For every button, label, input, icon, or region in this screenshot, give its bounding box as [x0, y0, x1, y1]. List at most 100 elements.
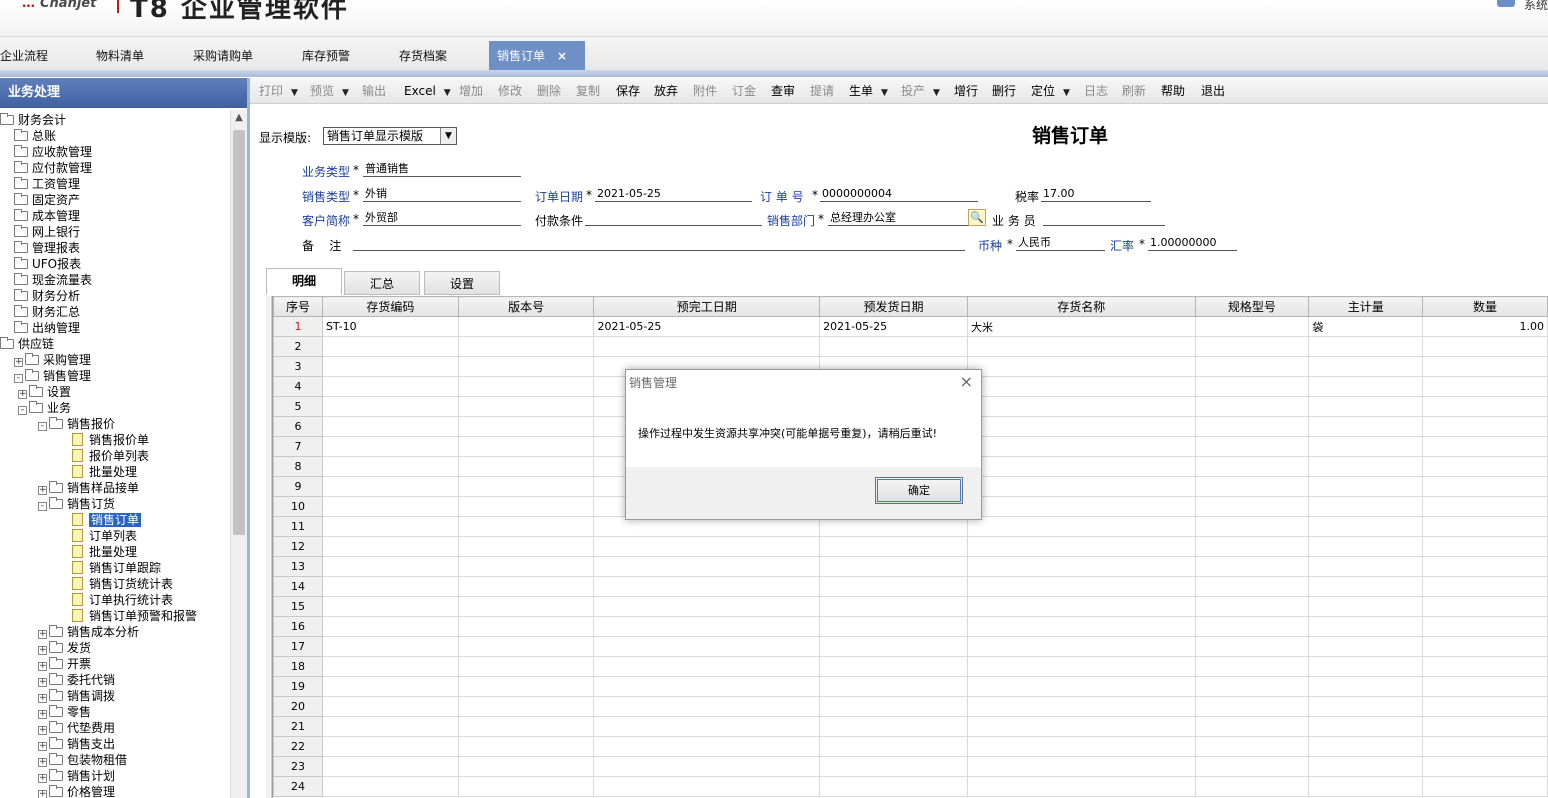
- table-cell[interactable]: [1422, 656, 1548, 677]
- template-select[interactable]: 销售订单显示模版 ▼: [323, 127, 457, 145]
- column-header[interactable]: 预完工日期: [593, 296, 821, 317]
- table-cell[interactable]: [1194, 556, 1310, 577]
- table-cell[interactable]: [819, 716, 968, 737]
- table-row[interactable]: 14: [273, 576, 1548, 597]
- toolbar-button[interactable]: 定位 ▼: [1031, 78, 1070, 104]
- chevron-down-icon[interactable]: ▼: [933, 88, 940, 98]
- tree-folder-item[interactable]: - 销售报价: [38, 416, 115, 432]
- table-cell[interactable]: [1422, 396, 1548, 417]
- table-cell[interactable]: [966, 396, 1196, 417]
- close-icon[interactable]: ×: [557, 49, 567, 63]
- table-cell[interactable]: [321, 636, 459, 657]
- table-cell[interactable]: [1194, 736, 1310, 757]
- toolbar-button[interactable]: 打印 ▼: [259, 78, 298, 104]
- table-row[interactable]: 20: [273, 696, 1548, 717]
- table-cell[interactable]: 2021-05-25: [593, 316, 821, 337]
- tree-folder-item[interactable]: + 零售: [38, 704, 91, 720]
- table-cell[interactable]: [819, 696, 968, 717]
- column-header[interactable]: 序号: [273, 296, 323, 317]
- tree-leaf-item[interactable]: 批量处理: [72, 464, 137, 480]
- chevron-down-icon[interactable]: ▼: [1063, 88, 1070, 98]
- tree-folder-item[interactable]: 管理报表: [14, 240, 80, 256]
- expand-icon[interactable]: +: [38, 678, 47, 687]
- salesman-field[interactable]: [1043, 211, 1165, 226]
- order-date-field[interactable]: 2021-05-25: [595, 187, 752, 202]
- column-header[interactable]: 主计量: [1308, 296, 1424, 317]
- table-row[interactable]: 17: [273, 636, 1548, 657]
- table-row[interactable]: 21: [273, 716, 1548, 737]
- expand-icon[interactable]: +: [38, 742, 47, 751]
- table-cell[interactable]: [1308, 336, 1424, 357]
- table-cell[interactable]: [1308, 676, 1424, 697]
- toolbar-button[interactable]: 增行: [954, 78, 978, 104]
- tab-inventory-archive[interactable]: 存货档案: [399, 41, 447, 71]
- table-cell[interactable]: [1308, 736, 1424, 757]
- payment-field[interactable]: [585, 211, 762, 226]
- table-cell[interactable]: [966, 496, 1196, 517]
- table-cell[interactable]: [1308, 496, 1424, 517]
- toolbar-button[interactable]: 帮助: [1161, 78, 1185, 104]
- table-cell[interactable]: [321, 516, 459, 537]
- toolbar-button[interactable]: 删行: [992, 78, 1016, 104]
- table-cell[interactable]: [1422, 416, 1548, 437]
- toolbar-button[interactable]: Excel ▼: [404, 78, 451, 104]
- tree-leaf-item[interactable]: 订单列表: [72, 528, 137, 544]
- table-row[interactable]: 13: [273, 556, 1548, 577]
- table-cell[interactable]: [1194, 316, 1310, 337]
- table-cell[interactable]: [1194, 596, 1310, 617]
- collapse-icon[interactable]: -: [38, 502, 47, 511]
- table-cell[interactable]: [321, 556, 459, 577]
- table-cell[interactable]: [819, 736, 968, 757]
- table-cell[interactable]: [1308, 436, 1424, 457]
- tree-folder-item[interactable]: + 销售成本分析: [38, 624, 139, 640]
- toolbar-button[interactable]: 保存: [616, 78, 640, 104]
- tree-folder-item[interactable]: + 采购管理: [14, 352, 91, 368]
- table-cell[interactable]: [457, 416, 595, 437]
- table-cell[interactable]: [819, 576, 968, 597]
- column-header[interactable]: 规格型号: [1194, 296, 1310, 317]
- customer-field[interactable]: 外贸部: [363, 211, 521, 226]
- table-cell[interactable]: [1194, 436, 1310, 457]
- chevron-down-icon[interactable]: ▼: [444, 88, 451, 98]
- table-cell[interactable]: [321, 496, 459, 517]
- table-cell[interactable]: [457, 376, 595, 397]
- table-row[interactable]: 16: [273, 616, 1548, 637]
- table-cell[interactable]: [1308, 616, 1424, 637]
- toolbar-button[interactable]: 刷新: [1122, 78, 1146, 104]
- exchange-rate-field[interactable]: 1.00000000: [1148, 236, 1237, 251]
- table-cell[interactable]: [966, 616, 1196, 637]
- toolbar-button[interactable]: 附件: [693, 78, 717, 104]
- column-header[interactable]: 存货名称: [966, 296, 1196, 317]
- table-cell[interactable]: [1308, 716, 1424, 737]
- table-cell[interactable]: [321, 356, 459, 377]
- tree-folder-item[interactable]: 现金流量表: [14, 272, 92, 288]
- table-cell[interactable]: [1308, 356, 1424, 377]
- collapse-icon[interactable]: -: [38, 422, 47, 431]
- table-cell[interactable]: [457, 516, 595, 537]
- expand-icon[interactable]: +: [38, 758, 47, 767]
- table-cell[interactable]: [1194, 476, 1310, 497]
- tree-folder-item[interactable]: UFO报表: [14, 256, 81, 272]
- remark-field[interactable]: [353, 236, 965, 251]
- table-cell[interactable]: [966, 676, 1196, 697]
- table-cell[interactable]: [1422, 496, 1548, 517]
- tree-leaf-item[interactable]: 销售订单: [72, 512, 142, 528]
- table-cell[interactable]: [1422, 616, 1548, 637]
- table-cell[interactable]: [1194, 536, 1310, 557]
- table-cell[interactable]: [1194, 656, 1310, 677]
- expand-icon[interactable]: +: [38, 630, 47, 639]
- chevron-down-icon[interactable]: ▼: [291, 88, 298, 98]
- tree-folder-item[interactable]: 财务分析: [14, 288, 80, 304]
- table-cell[interactable]: [1308, 776, 1424, 797]
- table-cell[interactable]: [1308, 476, 1424, 497]
- toolbar-button[interactable]: 生单 ▼: [849, 78, 888, 104]
- table-cell[interactable]: [1194, 636, 1310, 657]
- table-cell[interactable]: [1422, 436, 1548, 457]
- table-cell[interactable]: [1422, 336, 1548, 357]
- table-cell[interactable]: [1194, 376, 1310, 397]
- table-cell[interactable]: [1422, 356, 1548, 377]
- tree-folder-item[interactable]: 总账: [14, 128, 56, 144]
- table-cell[interactable]: [593, 716, 821, 737]
- tree-folder-item[interactable]: - 销售订货: [38, 496, 115, 512]
- table-cell[interactable]: [1194, 676, 1310, 697]
